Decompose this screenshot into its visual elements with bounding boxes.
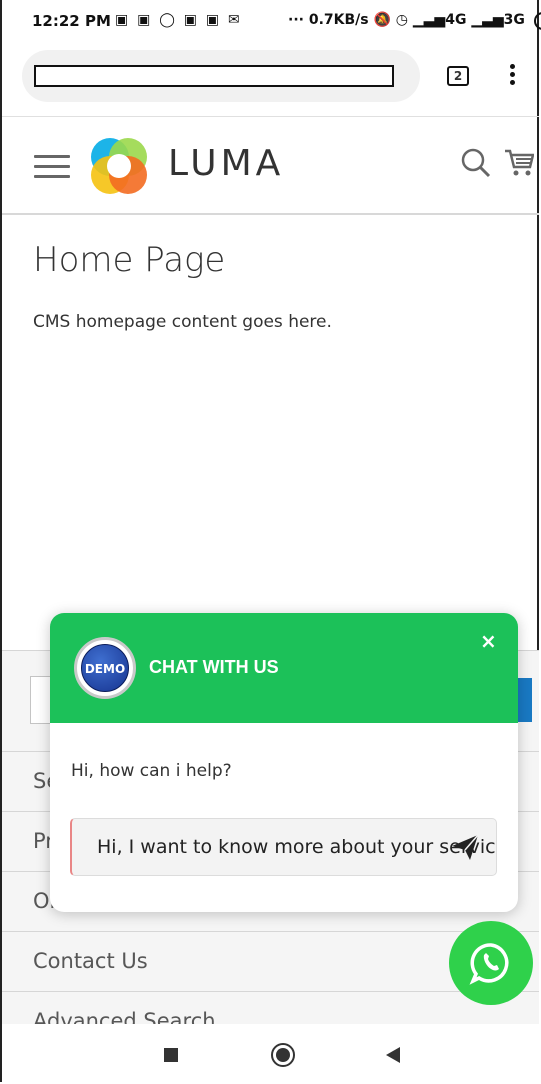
signal-icon: ▁▃▅ — [412, 12, 446, 28]
address-bar[interactable] — [22, 50, 420, 102]
browser-toolbar: 2 — [0, 44, 541, 114]
chat-message-input[interactable]: Hi, I want to know more about your servi… — [70, 818, 497, 876]
network-1: 4G — [445, 12, 467, 28]
alarm-icon: ◷ — [395, 12, 409, 28]
site-header: LUMA — [2, 116, 539, 215]
page-title: Home Page — [33, 240, 226, 280]
cart-icon[interactable] — [504, 147, 534, 179]
mute-icon: 🔕 — [373, 12, 391, 28]
linkedin-icon: ▣ — [183, 12, 199, 28]
battery-icon: 43 — [533, 12, 541, 30]
search-icon[interactable] — [460, 147, 492, 179]
mail-icon: ✉ — [227, 12, 242, 28]
status-bar: 12:22 PM ▣ ▣ ◯ ▣ ▣ ✉ ··· 0.7KB/s 🔕 ◷ ▁▃▅… — [0, 0, 541, 44]
chat-avatar: DEMO — [74, 637, 136, 699]
facebook-icon: ▣ — [137, 12, 153, 28]
network-2: 3G — [503, 12, 525, 28]
brand-name[interactable]: LUMA — [168, 143, 284, 184]
notification-icons: ▣ ▣ ◯ ▣ ▣ ✉ — [115, 12, 242, 28]
tab-switcher-button[interactable]: 2 — [447, 66, 469, 86]
close-icon[interactable]: × — [480, 629, 497, 653]
status-time: 12:22 PM — [32, 12, 111, 30]
page-content: CMS homepage content goes here. — [33, 312, 332, 332]
luma-logo-icon[interactable] — [88, 135, 150, 197]
network-speed: ··· 0.7KB/s — [288, 12, 369, 28]
chat-greeting: Hi, how can i help? — [71, 761, 232, 781]
url-field[interactable] — [34, 65, 394, 87]
chat-title: CHAT WITH US — [149, 657, 279, 677]
recents-button[interactable] — [164, 1048, 178, 1062]
chat-widget: DEMO CHAT WITH US × Hi, how can i help? … — [50, 613, 518, 912]
whatsapp-icon — [469, 943, 509, 985]
whatsapp-button[interactable] — [449, 921, 533, 1005]
home-button[interactable] — [271, 1043, 295, 1067]
demo-badge: DEMO — [81, 644, 129, 692]
chat-header: DEMO CHAT WITH US × — [50, 613, 518, 723]
system-nav-bar — [2, 1024, 539, 1082]
browser-menu-icon[interactable] — [507, 64, 517, 88]
status-right: ··· 0.7KB/s 🔕 ◷ ▁▃▅4G ▁▃▅3G 43 — [288, 12, 541, 30]
linkedin-icon: ▣ — [205, 12, 222, 28]
facebook-icon: ▣ — [115, 12, 131, 28]
menu-icon[interactable] — [34, 155, 70, 185]
send-icon[interactable] — [450, 832, 480, 862]
back-button[interactable] — [386, 1047, 400, 1063]
signal-icon: ▁▃▅ — [471, 12, 504, 28]
whatsapp-icon: ◯ — [159, 12, 177, 28]
